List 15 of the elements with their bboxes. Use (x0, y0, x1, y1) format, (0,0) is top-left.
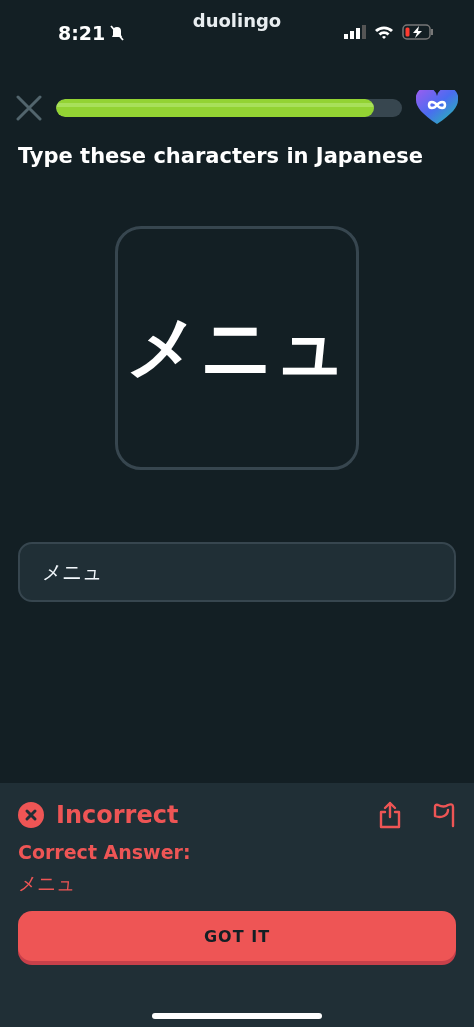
share-icon[interactable] (378, 801, 402, 829)
character-card: メニュ (115, 226, 359, 470)
heart-infinity-icon (416, 90, 458, 126)
answer-field[interactable]: メニュ (18, 542, 456, 602)
flag-icon[interactable] (432, 802, 456, 828)
app-name: duolingo (192, 10, 282, 31)
correct-answer: メニュ (18, 871, 76, 896)
error-icon (18, 802, 44, 828)
result-label: Incorrect (56, 801, 180, 829)
close-icon[interactable] (16, 95, 42, 121)
correct-answer-label: Correct Answer: (18, 841, 192, 863)
signal-icon (344, 25, 366, 39)
time: 8:21 (58, 22, 106, 44)
prompt-title: Type these characters in Japanese (17, 143, 424, 168)
wifi-icon (374, 25, 394, 39)
